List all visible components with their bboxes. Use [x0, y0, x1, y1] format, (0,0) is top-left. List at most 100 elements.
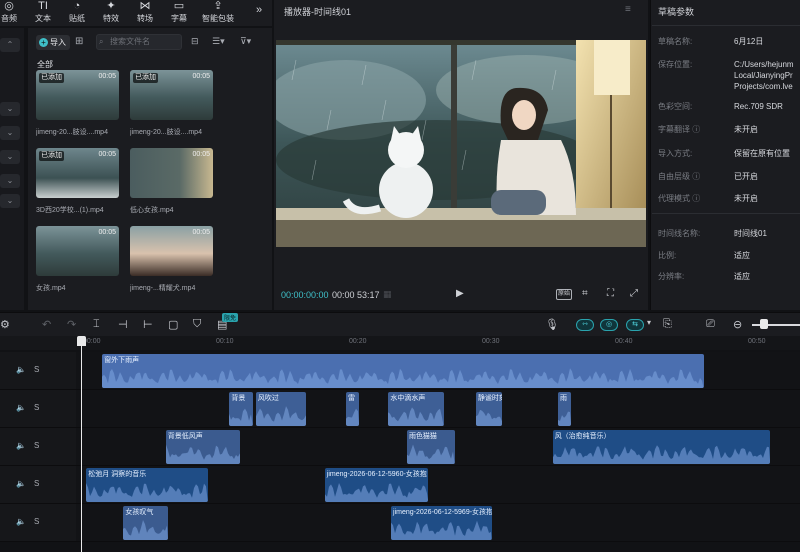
- waveform-shape: [391, 520, 492, 540]
- video-preview[interactable]: [276, 40, 646, 247]
- delete-icon[interactable]: ▢: [168, 318, 178, 331]
- split-right-icon[interactable]: ⊢: [143, 318, 153, 331]
- param-value[interactable]: Rec.709 SDR: [734, 101, 783, 112]
- timeline-grid-icon[interactable]: ▦: [383, 289, 392, 300]
- media-thumbnail[interactable]: 00:05: [36, 226, 119, 276]
- audio-clip[interactable]: 水中滴水声: [388, 392, 445, 426]
- playhead[interactable]: [81, 342, 82, 552]
- solo-toggle[interactable]: S: [34, 479, 39, 488]
- toolbar-music-note-button[interactable]: ◎ 音频: [0, 0, 24, 26]
- audio-clip[interactable]: 背景: [229, 392, 254, 426]
- caption-icon[interactable]: ⎚: [706, 318, 715, 331]
- toolbar-effects-button[interactable]: ✦ 特效: [96, 0, 126, 26]
- duration-label: 00:05: [98, 151, 116, 158]
- audio-clip[interactable]: 风（治愈纯音乐）: [552, 430, 770, 464]
- ratio-button[interactable]: 原始: [556, 289, 572, 300]
- toolbar-text-button[interactable]: TI 文本: [28, 0, 58, 26]
- grid-view-icon[interactable]: ⊞: [75, 36, 83, 47]
- speaker-icon[interactable]: 🔈: [16, 441, 26, 450]
- param-value[interactable]: 时间线01: [734, 228, 767, 239]
- preview-axis-icon[interactable]: ⎘: [663, 318, 672, 331]
- shield-icon[interactable]: ⛉: [193, 318, 201, 331]
- select-tool-icon[interactable]: ⚙: [0, 318, 10, 331]
- tab-all[interactable]: 全部: [37, 59, 53, 70]
- expand-chevron-icon[interactable]: ⌄: [0, 126, 20, 140]
- menu-icon[interactable]: ≡: [625, 4, 631, 15]
- music-note-icon: ◎: [4, 0, 14, 12]
- time-ruler[interactable]: [76, 336, 800, 350]
- linkage-icon[interactable]: ⇆: [626, 319, 644, 331]
- solo-toggle[interactable]: S: [34, 517, 39, 526]
- chevron-down-icon[interactable]: ▾: [647, 318, 651, 327]
- auto-snap-icon[interactable]: ◎: [600, 319, 618, 331]
- speaker-icon[interactable]: 🔈: [16, 403, 26, 412]
- audio-clip[interactable]: 窗外下雨声: [102, 354, 704, 388]
- param-value[interactable]: 未开启: [734, 124, 758, 135]
- media-thumbnail[interactable]: 00:05: [130, 148, 213, 198]
- param-value[interactable]: 6月12日: [734, 36, 763, 47]
- audio-clip[interactable]: 松弛月 洞察的音乐: [86, 468, 209, 502]
- duration-label: 00:05: [192, 229, 210, 236]
- main-track-magnet-icon[interactable]: ⇿: [576, 319, 594, 331]
- ruler-corner: [0, 336, 76, 350]
- audio-clip[interactable]: 雷: [346, 392, 360, 426]
- param-label: 时间线名称:: [658, 229, 701, 238]
- media-thumbnail[interactable]: 已添加 00:05: [36, 148, 119, 198]
- collapse-chevron-icon[interactable]: ⌃: [0, 38, 20, 52]
- media-thumbnail[interactable]: 00:05: [130, 226, 213, 276]
- speaker-icon[interactable]: 🔈: [16, 365, 26, 374]
- param-value[interactable]: 保留在原有位置: [734, 148, 790, 159]
- audio-clip[interactable]: 背景低风声: [165, 430, 240, 464]
- split-icon[interactable]: ⌶: [93, 318, 100, 331]
- param-value[interactable]: 适应: [734, 271, 750, 282]
- toolbar-sticker-button[interactable]: ◔ 贴纸: [62, 0, 92, 26]
- solo-toggle[interactable]: S: [34, 403, 39, 412]
- zoom-out-icon[interactable]: ⊖: [733, 318, 742, 331]
- added-badge: 已添加: [133, 73, 158, 83]
- speaker-icon[interactable]: 🔈: [16, 479, 26, 488]
- audio-clip[interactable]: 女孩叹气: [123, 506, 169, 540]
- expand-chevron-icon[interactable]: ⌄: [0, 150, 20, 164]
- media-thumbnail[interactable]: 已添加 00:05: [36, 70, 119, 120]
- microphone-icon[interactable]: 🎙: [545, 318, 559, 331]
- param-value[interactable]: 未开启: [734, 193, 758, 204]
- play-button[interactable]: ▶: [456, 288, 464, 299]
- duration-label: 00:05: [192, 151, 210, 158]
- waveform-shape: [165, 444, 240, 464]
- audio-clip[interactable]: 雨: [558, 392, 572, 426]
- param-label: 分辨率:: [658, 272, 685, 281]
- expand-chevron-icon[interactable]: ⌄: [0, 194, 20, 208]
- param-value[interactable]: C:/Users/hejunm Local/JianyingPr Project…: [734, 59, 794, 92]
- toolbar-transition-button[interactable]: ⋈ 转场: [130, 0, 160, 26]
- solo-toggle[interactable]: S: [34, 365, 39, 374]
- toolbar-smart-package-button[interactable]: ⇪ 智能包装: [198, 0, 238, 26]
- media-thumbnail[interactable]: 已添加 00:05: [130, 70, 213, 120]
- waveform-shape: [229, 408, 254, 426]
- screenshot-icon[interactable]: ⌗: [582, 288, 588, 299]
- expand-chevron-icon[interactable]: ⌄: [0, 102, 20, 116]
- audio-clip[interactable]: 风吹过: [255, 392, 307, 426]
- split-left-icon[interactable]: ⊣: [118, 318, 128, 331]
- param-value[interactable]: 适应: [734, 250, 750, 261]
- layout-toggle-icon[interactable]: ⊟: [191, 36, 199, 47]
- fullscreen-icon[interactable]: ⤢: [630, 288, 638, 299]
- more-tools-button[interactable]: »: [256, 4, 262, 16]
- undo-icon[interactable]: ↶: [42, 318, 51, 331]
- zoom-slider-handle[interactable]: [760, 319, 768, 329]
- filter-icon[interactable]: ⊽▾: [240, 36, 251, 47]
- solo-toggle[interactable]: S: [34, 441, 39, 450]
- speaker-icon[interactable]: 🔈: [16, 517, 26, 526]
- audio-clip[interactable]: jimeng-2026-06-12-5960-女孩抱: [324, 468, 429, 502]
- param-value[interactable]: 已开启: [734, 171, 758, 182]
- media-file-name: 3D西20学校...(1).mp4: [36, 207, 104, 214]
- audio-clip[interactable]: 雨色猫猫: [406, 430, 455, 464]
- import-button[interactable]: + 导入: [36, 35, 70, 50]
- sort-icon[interactable]: ☰▾: [212, 36, 225, 47]
- search-input[interactable]: 搜索文件名: [96, 34, 182, 50]
- audio-clip[interactable]: jimeng-2026-06-12-5969-女孩抱: [391, 506, 492, 540]
- redo-icon[interactable]: ↷: [67, 318, 76, 331]
- audio-clip[interactable]: 静谧时刻: [475, 392, 503, 426]
- crop-icon[interactable]: ⛶: [607, 288, 614, 299]
- expand-chevron-icon[interactable]: ⌄: [0, 174, 20, 188]
- toolbar-subtitle-button[interactable]: ▭ 字幕: [164, 0, 194, 26]
